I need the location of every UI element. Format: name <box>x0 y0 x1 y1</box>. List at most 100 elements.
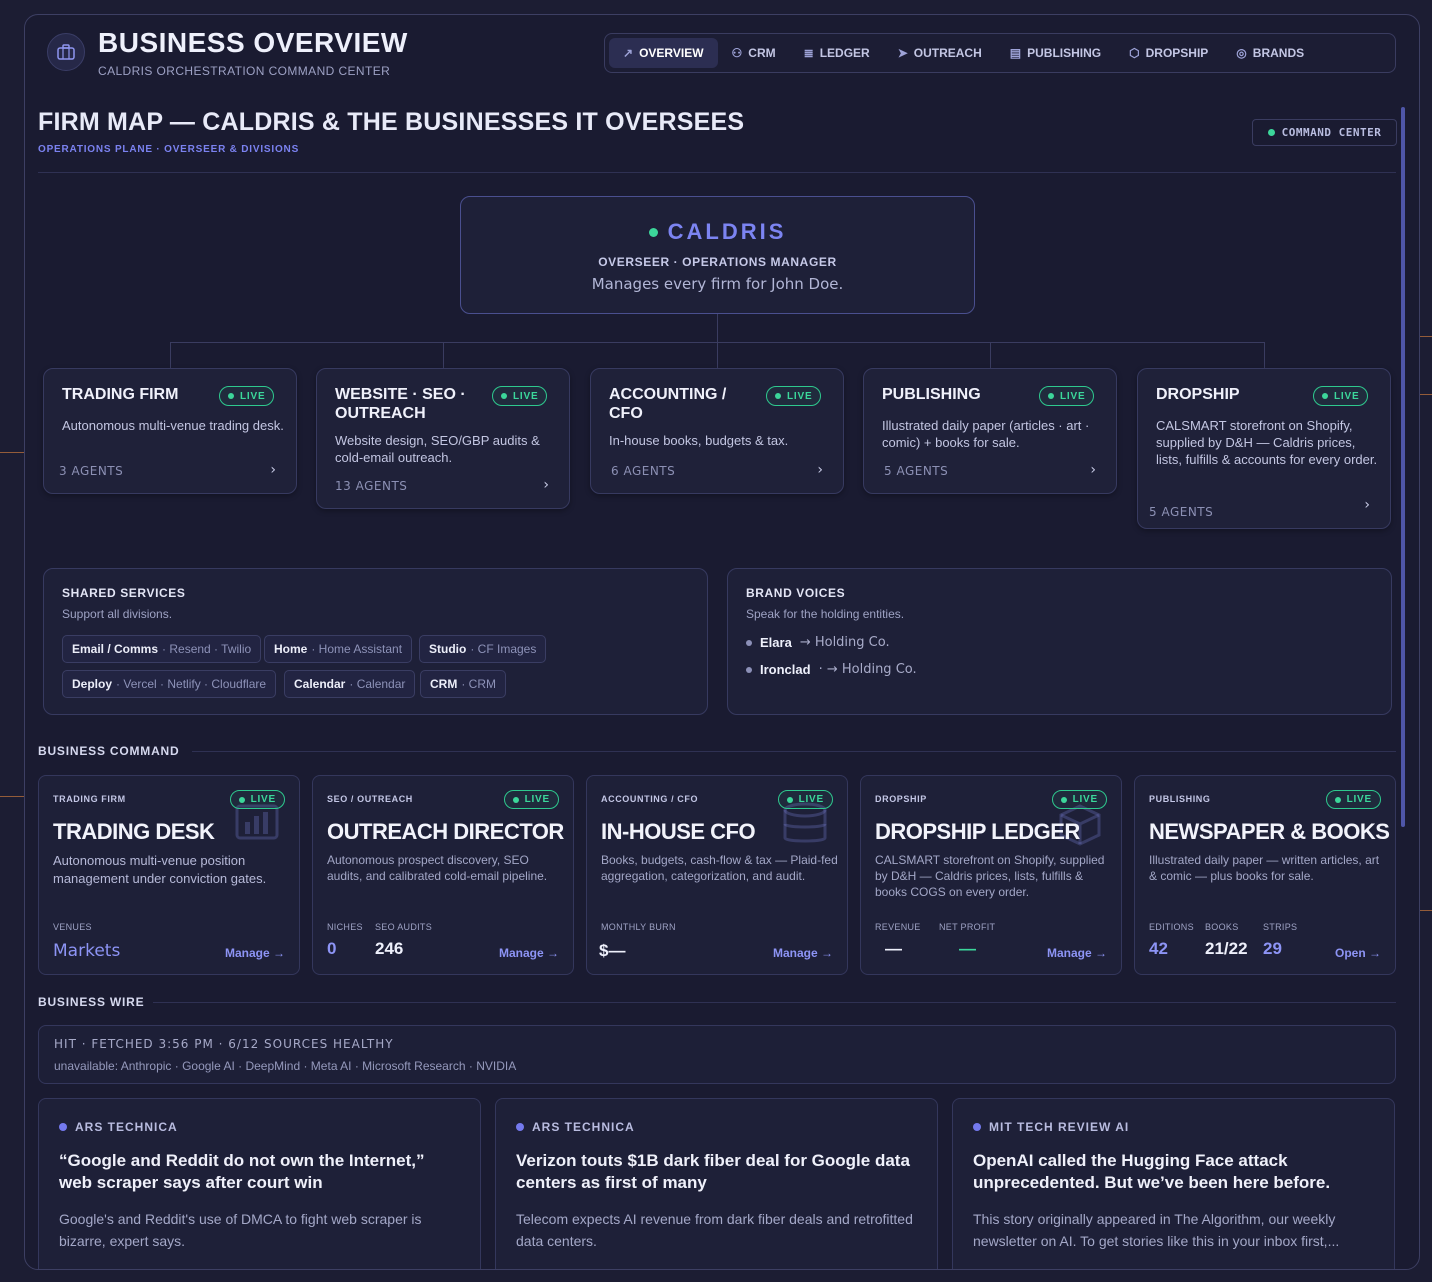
newspaper-icon: ▤ <box>1009 46 1022 60</box>
status-badge: LIVE <box>777 790 833 809</box>
news-headline[interactable]: “Google and Reddit do not own the Intern… <box>59 1150 459 1194</box>
stat-label: REVENUE <box>875 922 921 932</box>
service-chip-calendar[interactable]: Calendar · Calendar <box>284 670 416 698</box>
news-headline[interactable]: Verizon touts $1B dark fiber deal for Go… <box>516 1150 916 1194</box>
status-badge: LIVE <box>766 386 822 406</box>
tab-publishing[interactable]: ▤ PUBLISHING <box>996 38 1115 68</box>
briefcase-icon[interactable] <box>47 33 85 71</box>
news-card[interactable]: ARS TECHNICA “Google and Reddit do not o… <box>38 1098 481 1269</box>
stat-label: NICHES <box>327 922 363 932</box>
status-badge: LIVE <box>492 386 548 406</box>
card-kicker: TRADING FIRM <box>53 794 126 804</box>
news-card[interactable]: MIT TECH REVIEW AI OpenAI called the Hug… <box>952 1098 1395 1269</box>
news-card[interactable]: ARS TECHNICA Verizon touts $1B dark fibe… <box>495 1098 938 1269</box>
bullet-icon <box>746 666 752 673</box>
overseer-card[interactable]: CALDRIS OVERSEER · OPERATIONS MANAGER Ma… <box>460 196 975 314</box>
service-chip-email[interactable]: Email / Comms · Resend · Twilio <box>62 635 262 663</box>
source-dot-icon <box>973 1123 981 1131</box>
tab-outreach[interactable]: ➤ OUTREACH <box>884 38 996 68</box>
command-card-cfo[interactable]: ACCOUNTING / CFO LIVE IN-HOUSE CFO Books… <box>586 775 848 975</box>
command-card-dropship[interactable]: DROPSHIP LIVE DROPSHIP LEDGER CALSMART s… <box>860 775 1122 975</box>
manage-link[interactable]: Manage → <box>499 946 559 960</box>
card-kicker: ACCOUNTING / CFO <box>601 794 699 804</box>
division-title: DROPSHIP <box>1156 386 1240 403</box>
overseer-desc: Manages every firm for John Doe. <box>591 275 844 293</box>
command-card-publishing[interactable]: PUBLISHING LIVE NEWSPAPER & BOOKS Illust… <box>1134 775 1396 975</box>
chevron-right-icon[interactable]: › <box>817 462 823 478</box>
command-card-trading[interactable]: TRADING FIRM LIVE TRADING DESK Autonomou… <box>38 775 300 975</box>
card-kicker: PUBLISHING <box>1149 794 1211 804</box>
brand-voice-item[interactable]: Elara → Holding Co. <box>746 635 890 650</box>
stat-value: — <box>959 939 976 958</box>
card-title: DROPSHIP LEDGER <box>875 819 1080 844</box>
card-desc: Autonomous multi-venue position manageme… <box>53 853 267 886</box>
manage-link[interactable]: Manage → <box>1047 946 1107 960</box>
wire-unavailable: unavailable: Anthropic · Google AI · Dee… <box>54 1059 517 1073</box>
card-desc: CALSMART storefront on Shopify, supplied… <box>875 853 1105 899</box>
news-source: ARS TECHNICA <box>532 1120 635 1134</box>
globe-icon: ◎ <box>1236 46 1247 60</box>
chart-icon <box>233 802 281 853</box>
news-headline[interactable]: OpenAI called the Hugging Face attack un… <box>973 1150 1373 1194</box>
tab-overview[interactable]: ↗ OVERVIEW <box>609 38 718 68</box>
status-badge: LIVE <box>503 790 559 809</box>
stat-value: 0 <box>327 939 337 958</box>
chevron-right-icon[interactable]: › <box>1090 462 1096 478</box>
bullet-icon <box>746 639 752 646</box>
scrollbar[interactable] <box>1401 107 1405 827</box>
tab-crm[interactable]: ⚇ CRM <box>718 38 790 68</box>
division-title: PUBLISHING <box>882 386 981 403</box>
service-chip-studio[interactable]: Studio · CF Images <box>419 635 547 663</box>
division-card-publishing[interactable]: PUBLISHING LIVE Illustrated daily paper … <box>863 368 1117 494</box>
page-subtitle: CALDRIS ORCHESTRATION COMMAND CENTER <box>98 64 391 78</box>
panel-subtitle: Speak for the holding entities. <box>746 607 905 621</box>
service-chip-home[interactable]: Home · Home Assistant <box>264 635 413 663</box>
brand-voice-item[interactable]: Ironclad · → Holding Co. <box>746 662 917 677</box>
division-desc: Autonomous multi-venue trading desk. <box>62 418 284 433</box>
database-icon: ≣ <box>803 46 814 60</box>
header: BUSINESS OVERVIEW CALDRIS ORCHESTRATION … <box>25 15 1419 87</box>
open-link[interactable]: Open → <box>1335 946 1381 960</box>
top-nav: ↗ OVERVIEW ⚇ CRM ≣ LEDGER ➤ OUTREACH ▤ PUBLIS… <box>604 33 1396 73</box>
tab-ledger[interactable]: ≣ LEDGER <box>790 38 884 68</box>
division-card-accounting[interactable]: ACCOUNTING / CFO LIVE In-house books, bu… <box>590 368 844 494</box>
connector <box>170 342 171 368</box>
division-card-website[interactable]: WEBSITE · SEO · OUTREACH LIVE Website de… <box>316 368 570 509</box>
chevron-right-icon[interactable]: › <box>1364 497 1370 513</box>
manage-link[interactable]: Manage → <box>773 946 833 960</box>
status-badge: LIVE <box>1051 790 1107 809</box>
card-title: OUTREACH DIRECTOR <box>327 819 564 844</box>
service-chip-crm[interactable]: CRM · CRM <box>420 670 506 698</box>
chevron-right-icon[interactable]: › <box>543 477 549 493</box>
firm-map-title: FIRM MAP — CALDRIS & THE BUSINESSES IT O… <box>38 108 745 136</box>
manage-link[interactable]: Manage → <box>225 946 285 960</box>
news-body: Google's and Reddit's use of DMCA to fig… <box>59 1211 422 1249</box>
overseer-role: OVERSEER · OPERATIONS MANAGER <box>598 255 837 269</box>
news-body: Telecom expects AI revenue from dark fib… <box>516 1211 913 1249</box>
chevron-right-icon[interactable]: › <box>270 462 276 478</box>
card-desc: Illustrated daily paper — written articl… <box>1149 853 1380 883</box>
business-command-label: BUSINESS COMMAND <box>38 744 180 758</box>
source-dot-icon <box>516 1123 524 1131</box>
command-card-outreach[interactable]: SEO / OUTREACH LIVE OUTREACH DIRECTOR Au… <box>312 775 574 975</box>
agent-count: 5 AGENTS <box>884 464 949 478</box>
database-icon <box>781 802 829 857</box>
tab-brands[interactable]: ◎ BRANDS <box>1222 38 1318 68</box>
card-kicker: SEO / OUTREACH <box>327 794 413 804</box>
wire-status-box: HIT · FETCHED 3:56 PM · 6/12 SOURCES HEA… <box>38 1025 1396 1084</box>
overseer-name: CALDRIS <box>667 219 787 244</box>
tab-dropship[interactable]: ⬡ DROPSHIP <box>1115 38 1222 68</box>
stat-value: $— <box>599 941 626 960</box>
trend-icon: ↗ <box>623 46 634 60</box>
status-badge: LIVE <box>229 790 285 809</box>
wire-status: HIT · FETCHED 3:56 PM · 6/12 SOURCES HEA… <box>54 1037 394 1051</box>
agent-count: 3 AGENTS <box>59 464 124 478</box>
service-chip-deploy[interactable]: Deploy · Vercel · Netlify · Cloudflare <box>62 670 277 698</box>
stat-label: NET PROFIT <box>939 922 996 932</box>
division-card-trading[interactable]: TRADING FIRM LIVE Autonomous multi-venue… <box>43 368 297 494</box>
status-dot-icon <box>1267 129 1275 136</box>
divider <box>192 751 1396 752</box>
card-desc: Autonomous prospect discovery, SEO audit… <box>327 853 548 883</box>
card-desc: Books, budgets, cash-flow & tax — Plaid-… <box>601 853 838 883</box>
division-card-dropship[interactable]: DROPSHIP LIVE CALSMART storefront on Sho… <box>1137 368 1391 529</box>
